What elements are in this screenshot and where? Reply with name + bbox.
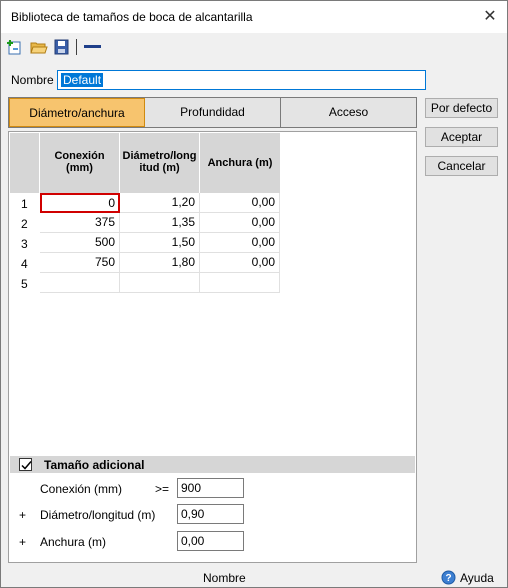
default-button[interactable]: Por defecto: [425, 98, 498, 118]
name-input-value: Default: [61, 73, 104, 87]
cell-diameter[interactable]: 1,35: [120, 213, 200, 233]
header-diameter-line2: itud (m): [139, 162, 180, 174]
additional-size-header: Tamaño adicional: [10, 456, 415, 473]
row-number: 5: [10, 274, 40, 294]
content-panel: Conexión (mm) Diámetro/long itud (m) Anc…: [8, 131, 417, 563]
additional-size-title: Tamaño adicional: [44, 458, 145, 472]
cell-connection[interactable]: 500: [40, 233, 120, 253]
operator-label: >=: [155, 482, 170, 496]
open-folder-icon[interactable]: [30, 39, 48, 55]
library-dialog: Biblioteca de tamaños de boca de alcanta…: [0, 0, 508, 588]
name-input[interactable]: Default: [57, 70, 426, 90]
connection-input[interactable]: 900: [177, 478, 244, 498]
status-bar: Nombre ? Ayuda: [1, 567, 507, 587]
table-corner-header: [10, 133, 40, 193]
close-button[interactable]: ✕: [479, 6, 501, 28]
plus-sign: +: [19, 508, 27, 522]
line-icon[interactable]: [83, 39, 101, 55]
cell-width[interactable]: 0,00: [200, 213, 280, 233]
row-number: 2: [10, 214, 40, 234]
cancel-button[interactable]: Cancelar: [425, 156, 498, 176]
header-connection-line1: Conexión: [54, 150, 105, 162]
cell-connection[interactable]: [40, 273, 120, 293]
width-label: Anchura (m): [40, 535, 107, 549]
tab-depth[interactable]: Profundidad: [145, 98, 281, 127]
cell-diameter[interactable]: 1,50: [120, 233, 200, 253]
tab-access[interactable]: Acceso: [281, 98, 416, 127]
header-diameter-line1: Diámetro/long: [122, 150, 197, 162]
add-icon[interactable]: [6, 39, 24, 55]
width-input[interactable]: 0,00: [177, 531, 244, 551]
save-icon[interactable]: [53, 39, 71, 55]
header-width-line1: Anchura (m): [207, 157, 273, 169]
row-number: 3: [10, 234, 40, 254]
tab-diameter-width[interactable]: Diámetro/anchura: [9, 98, 145, 127]
additional-size-checkbox[interactable]: [19, 458, 32, 471]
cell-connection[interactable]: 375: [40, 213, 120, 233]
header-width: Anchura (m): [200, 133, 280, 193]
plus-sign: +: [19, 535, 27, 549]
window-title: Biblioteca de tamaños de boca de alcanta…: [11, 10, 253, 24]
name-label: Nombre: [11, 73, 54, 87]
cell-connection[interactable]: 750: [40, 253, 120, 273]
svg-text:?: ?: [445, 573, 451, 584]
cell-width[interactable]: 0,00: [200, 193, 280, 213]
toolbar: [1, 33, 507, 61]
cell-diameter[interactable]: 1,20: [120, 193, 200, 213]
header-connection-line2: (mm): [66, 162, 93, 174]
header-connection: Conexión (mm): [40, 133, 120, 193]
cell-width[interactable]: [200, 273, 280, 293]
cell-diameter[interactable]: 1,80: [120, 253, 200, 273]
row-number: 1: [10, 194, 40, 214]
row-number: 4: [10, 254, 40, 274]
check-icon: [21, 461, 32, 470]
diameter-length-label: Diámetro/longitud (m): [40, 508, 156, 522]
cell-diameter[interactable]: [120, 273, 200, 293]
connection-label: Conexión (mm): [40, 482, 123, 496]
title-bar: Biblioteca de tamaños de boca de alcanta…: [1, 1, 507, 33]
help-icon[interactable]: ?: [441, 570, 456, 585]
cell-width[interactable]: 0,00: [200, 253, 280, 273]
header-diameter-length: Diámetro/long itud (m): [120, 133, 200, 193]
toolbar-separator: [76, 39, 77, 55]
cell-connection[interactable]: 0: [40, 193, 120, 213]
diameter-length-input[interactable]: 0,90: [177, 504, 244, 524]
cell-width[interactable]: 0,00: [200, 233, 280, 253]
status-name: Nombre: [203, 571, 246, 585]
tab-bar: Diámetro/anchura Profundidad Acceso: [8, 97, 417, 128]
accept-button[interactable]: Aceptar: [425, 127, 498, 147]
help-link[interactable]: Ayuda: [460, 571, 494, 585]
